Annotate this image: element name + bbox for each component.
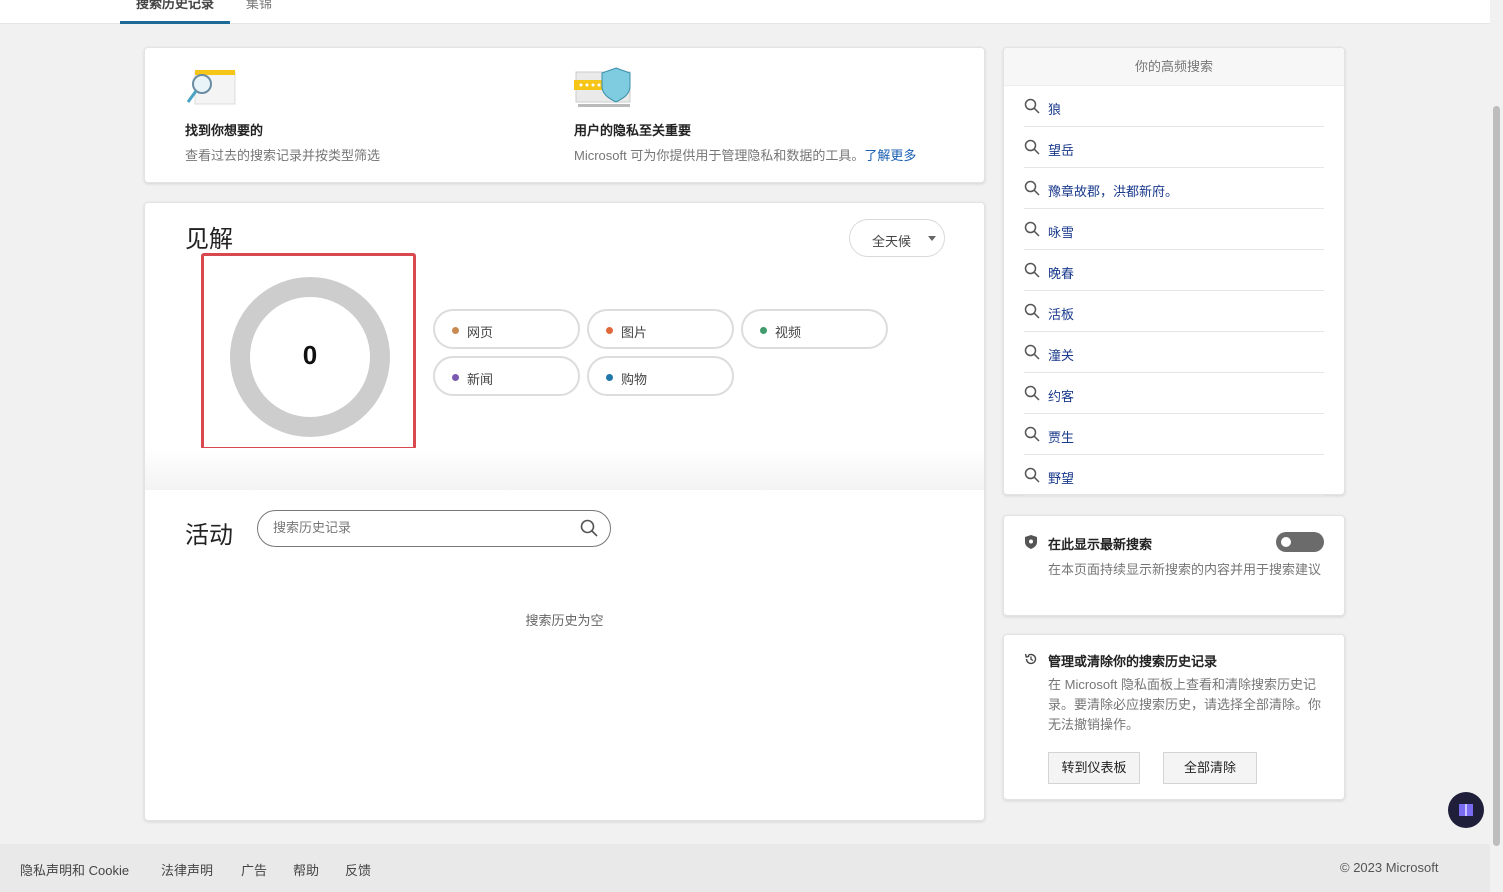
frequent-search-label: 约客 bbox=[1048, 389, 1075, 404]
category-dot bbox=[452, 327, 459, 334]
frequent-search-label: 晚春 bbox=[1048, 266, 1075, 281]
book-icon bbox=[1459, 804, 1473, 816]
category-pill-videos[interactable]: 视频 bbox=[741, 309, 888, 349]
category-dot bbox=[760, 327, 767, 334]
frequent-search-item[interactable]: 狼 bbox=[1024, 86, 1324, 127]
category-label: 视频 bbox=[775, 325, 802, 340]
clear-all-button[interactable]: 全部清除 bbox=[1163, 752, 1257, 784]
category-dot bbox=[452, 374, 459, 381]
tab-collections[interactable]: 集锦 bbox=[246, 0, 272, 24]
frequent-search-label: 贾生 bbox=[1048, 430, 1075, 445]
manage-title: 管理或清除你的搜索历史记录 bbox=[1048, 654, 1218, 669]
frequent-search-item[interactable]: 豫章故郡，洪都新府。 bbox=[1024, 168, 1324, 209]
tab-search-history[interactable]: 搜索历史记录 bbox=[120, 0, 231, 24]
privacy-desc-text: Microsoft 可为你提供用于管理隐私和数据的工具。 bbox=[574, 148, 865, 163]
category-dot bbox=[606, 374, 613, 381]
history-search-input[interactable] bbox=[273, 520, 563, 535]
frequent-search-item[interactable]: 咏雪 bbox=[1024, 209, 1324, 250]
category-pill-shopping[interactable]: 购物 bbox=[587, 356, 734, 396]
history-search-box bbox=[257, 510, 611, 547]
search-icon bbox=[1024, 262, 1040, 278]
category-pill-images[interactable]: 图片 bbox=[587, 309, 734, 349]
frequent-search-label: 活板 bbox=[1048, 307, 1075, 322]
footer: 隐私声明和 Cookie 法律声明 广告 帮助 反馈 © 2023 Micros… bbox=[0, 844, 1490, 892]
search-icon bbox=[1024, 426, 1040, 442]
privacy-title: 用户的隐私至关重要 bbox=[574, 123, 692, 138]
find-title: 找到你想要的 bbox=[185, 123, 264, 138]
manage-desc: 在 Microsoft 隐私面板上查看和清除搜索历史记录。要清除必应搜索历史，请… bbox=[1048, 677, 1322, 732]
insights-heading: 见解 bbox=[185, 226, 233, 253]
search-icon bbox=[1024, 221, 1040, 237]
time-range-label: 全天候 bbox=[872, 234, 912, 249]
search-icon bbox=[1024, 139, 1040, 155]
section-divider bbox=[145, 448, 984, 490]
frequent-searches-title: 你的高频搜索 bbox=[1004, 48, 1344, 86]
frequent-searches-card: 你的高频搜索 狼望岳豫章故郡，洪都新府。 咏雪晚春活板潼关约客贾生野望 bbox=[1003, 47, 1345, 496]
show-latest-desc: 在本页面持续显示新搜索的内容并用于搜索建议 bbox=[1048, 562, 1322, 577]
donut-chart-frame: 0 bbox=[201, 253, 416, 450]
category-pill-web[interactable]: 网页 bbox=[433, 309, 580, 349]
footer-link-legal[interactable]: 法律声明 bbox=[161, 860, 213, 879]
frequent-search-item[interactable]: 贾生 bbox=[1024, 414, 1324, 455]
frequent-search-label: 野望 bbox=[1048, 471, 1075, 486]
footer-link-privacy[interactable]: 隐私声明和 Cookie bbox=[20, 860, 129, 879]
search-icon bbox=[1024, 467, 1040, 483]
category-label: 图片 bbox=[621, 325, 648, 340]
show-latest-title: 在此显示最新搜索 bbox=[1048, 537, 1153, 552]
magnifier-calendar-icon bbox=[186, 70, 236, 105]
reading-mode-button[interactable] bbox=[1448, 792, 1484, 828]
search-icon bbox=[1024, 385, 1040, 401]
search-icon bbox=[1024, 98, 1040, 114]
frequent-search-item[interactable]: 野望 bbox=[1024, 455, 1324, 496]
search-icon[interactable] bbox=[580, 519, 598, 537]
frequent-search-label: 潼关 bbox=[1048, 348, 1075, 363]
learn-more-link[interactable]: 了解更多 bbox=[864, 148, 916, 163]
top-tab-bar: 搜索历史记录 集锦 bbox=[0, 0, 1490, 24]
copyright: © 2023 Microsoft bbox=[1340, 860, 1439, 875]
frequent-search-label: 望岳 bbox=[1048, 143, 1075, 158]
search-icon bbox=[1024, 344, 1040, 360]
frequent-search-item[interactable]: 晚春 bbox=[1024, 250, 1324, 291]
frequent-search-item[interactable]: 望岳 bbox=[1024, 127, 1324, 168]
show-latest-card: 在此显示最新搜索 在本页面持续显示新搜索的内容并用于搜索建议 bbox=[1003, 515, 1345, 616]
intro-card: 找到你想要的 查看过去的搜索记录并按类型筛选 用户的隐私至关重要 Microso… bbox=[144, 47, 985, 183]
scrollbar-thumb[interactable] bbox=[1493, 106, 1500, 846]
frequent-search-item[interactable]: 潼关 bbox=[1024, 332, 1324, 373]
donut-chart: 0 bbox=[230, 277, 390, 437]
chevron-down-icon bbox=[928, 236, 936, 241]
privacy-desc: Microsoft 可为你提供用于管理隐私和数据的工具。了解更多 bbox=[574, 145, 916, 164]
page-scrollbar[interactable] bbox=[1490, 0, 1503, 892]
search-icon bbox=[1024, 180, 1040, 196]
frequent-search-label: 豫章故郡，洪都新府。 bbox=[1048, 184, 1179, 199]
show-latest-toggle[interactable] bbox=[1276, 532, 1324, 552]
shield-icon bbox=[1025, 535, 1037, 549]
category-pill-news[interactable]: 新闻 bbox=[433, 356, 580, 396]
time-range-dropdown[interactable]: 全天候 bbox=[849, 219, 945, 257]
manage-history-card: 管理或清除你的搜索历史记录 在 Microsoft 隐私面板上查看和清除搜索历史… bbox=[1003, 634, 1345, 800]
privacy-shield-icon bbox=[574, 67, 631, 107]
footer-link-help[interactable]: 帮助 bbox=[293, 860, 319, 879]
category-label: 购物 bbox=[621, 372, 648, 387]
toggle-knob bbox=[1281, 537, 1291, 547]
donut-total: 0 bbox=[302, 340, 318, 370]
footer-link-feedback[interactable]: 反馈 bbox=[345, 860, 371, 879]
activity-heading: 活动 bbox=[185, 522, 233, 549]
insights-card: 见解 全天候 0 网页 图片 视频 新闻 购物 活动 搜索历史为空 bbox=[144, 202, 985, 821]
category-label: 新闻 bbox=[467, 372, 494, 387]
footer-link-ads[interactable]: 广告 bbox=[241, 860, 267, 879]
frequent-search-item[interactable]: 约客 bbox=[1024, 373, 1324, 414]
frequent-search-item[interactable]: 活板 bbox=[1024, 291, 1324, 332]
frequent-search-label: 狼 bbox=[1048, 102, 1062, 117]
find-desc: 查看过去的搜索记录并按类型筛选 bbox=[185, 148, 381, 163]
search-icon bbox=[1024, 303, 1040, 319]
category-label: 网页 bbox=[467, 325, 494, 340]
go-to-dashboard-button[interactable]: 转到仪表板 bbox=[1048, 752, 1140, 784]
category-dot bbox=[606, 327, 613, 334]
frequent-search-label: 咏雪 bbox=[1048, 225, 1075, 240]
history-icon bbox=[1024, 653, 1037, 665]
empty-history-message: 搜索历史为空 bbox=[525, 613, 604, 628]
